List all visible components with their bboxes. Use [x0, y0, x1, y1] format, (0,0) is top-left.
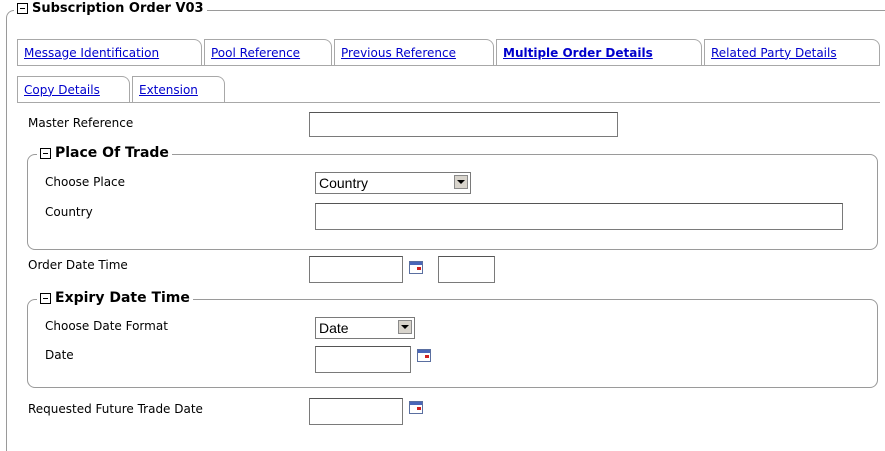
expiry-date-time-title: Expiry Date Time [55, 290, 190, 306]
requested-future-trade-date-label: Requested Future Trade Date [28, 402, 203, 416]
country-input[interactable] [315, 203, 843, 230]
tab-row-divider [17, 102, 880, 103]
subscription-order-legend: Subscription Order V03 [14, 1, 207, 16]
collapse-icon[interactable] [40, 147, 51, 159]
place-of-trade-title: Place Of Trade [55, 145, 169, 161]
requested-future-trade-date-input[interactable] [309, 398, 403, 425]
expiry-date-time-legend: Expiry Date Time [37, 290, 193, 306]
form-title: Subscription Order V03 [32, 1, 204, 16]
order-date-input[interactable] [309, 256, 403, 283]
choose-date-format-label: Choose Date Format [45, 319, 168, 333]
expiry-date-label: Date [45, 348, 74, 362]
calendar-icon[interactable] [409, 401, 423, 414]
master-reference-label: Master Reference [28, 116, 134, 130]
place-of-trade-group [27, 154, 878, 250]
order-time-input[interactable] [438, 256, 495, 283]
choose-date-format-value: Date [319, 320, 349, 336]
tab-copy-details[interactable]: Copy Details [17, 76, 130, 102]
choose-place-value: Country [319, 175, 369, 191]
country-label: Country [45, 205, 93, 219]
tab-message-identification[interactable]: Message Identification [17, 39, 202, 65]
expiry-date-time-group [27, 299, 878, 388]
master-reference-input[interactable] [309, 112, 618, 137]
tab-extension[interactable]: Extension [132, 76, 225, 102]
tab-previous-reference[interactable]: Previous Reference [334, 39, 494, 65]
choose-place-label: Choose Place [45, 175, 126, 189]
tab-row-divider [17, 65, 880, 66]
chevron-down-icon[interactable] [398, 320, 412, 334]
calendar-icon[interactable] [417, 349, 431, 362]
place-of-trade-legend: Place Of Trade [37, 145, 172, 161]
choose-place-select[interactable]: Country [315, 172, 471, 194]
expiry-date-input[interactable] [315, 346, 411, 373]
calendar-icon[interactable] [409, 261, 423, 274]
tab-pool-reference[interactable]: Pool Reference [204, 39, 332, 65]
order-date-time-label: Order Date Time [28, 258, 128, 272]
collapse-icon[interactable] [40, 292, 51, 304]
tab-multiple-order-details[interactable]: Multiple Order Details [496, 39, 702, 65]
tab-related-party-details[interactable]: Related Party Details [704, 39, 880, 65]
chevron-down-icon[interactable] [454, 175, 468, 189]
choose-date-format-select[interactable]: Date [315, 317, 415, 339]
collapse-icon[interactable] [17, 3, 28, 14]
